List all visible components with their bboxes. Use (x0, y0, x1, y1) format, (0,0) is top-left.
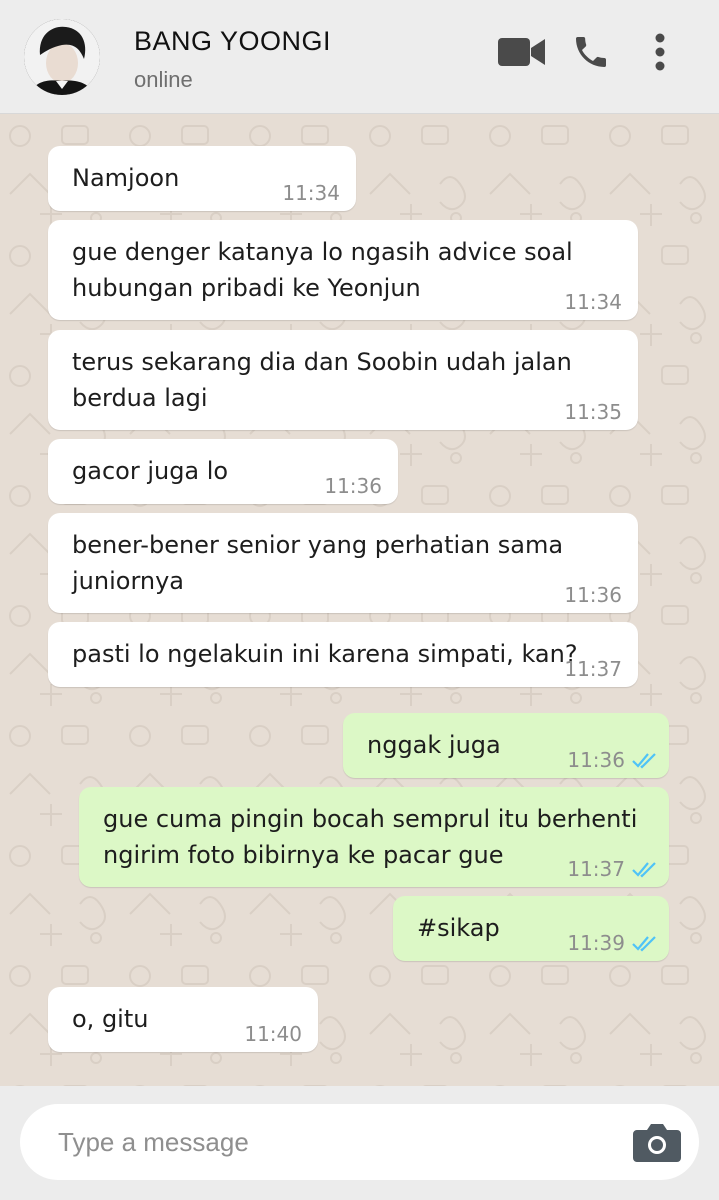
message-time: 11:34 (564, 290, 622, 314)
avatar[interactable] (24, 19, 100, 95)
camera-icon[interactable] (633, 1122, 681, 1162)
read-receipt-icon (632, 862, 656, 878)
video-call-icon[interactable] (498, 36, 546, 68)
message-time: 11:35 (564, 400, 622, 424)
message-composer: Type a message (0, 1086, 719, 1200)
message-text: terus sekarang dia dan Soobin udah jalan… (72, 348, 572, 412)
message-time: 11:34 (282, 181, 340, 205)
chat-header: BANG YOONGI online (0, 0, 719, 114)
message-time: 11:39 (567, 931, 625, 955)
message-time: 11:36 (324, 474, 382, 498)
message-time: 11:36 (564, 583, 622, 607)
message-time: 11:36 (567, 748, 625, 772)
read-receipt-icon (632, 936, 656, 952)
message-text: gue cuma pingin bocah semprul itu berhen… (103, 805, 638, 869)
phone-icon[interactable] (571, 32, 611, 72)
message-time: 11:40 (244, 1022, 302, 1046)
message-text: pasti lo ngelakuin ini karena simpati, k… (72, 640, 578, 668)
message-bubble-incoming[interactable]: terus sekarang dia dan Soobin udah jalan… (48, 330, 638, 430)
message-bubble-outgoing[interactable]: #sikap 11:39 (393, 896, 669, 961)
message-time: 11:37 (564, 657, 622, 681)
avatar-photo (24, 19, 100, 95)
message-bubble-incoming[interactable]: gue denger katanya lo ngasih advice soal… (48, 220, 638, 320)
message-bubble-outgoing[interactable]: gue cuma pingin bocah semprul itu berhen… (79, 787, 669, 887)
read-receipt-icon (632, 753, 656, 769)
message-bubble-incoming[interactable]: pasti lo ngelakuin ini karena simpati, k… (48, 622, 638, 687)
message-bubble-incoming[interactable]: gacor juga lo 11:36 (48, 439, 398, 504)
contact-name[interactable]: BANG YOONGI (134, 26, 331, 57)
message-bubble-incoming[interactable]: o, gitu 11:40 (48, 987, 318, 1052)
message-bubble-incoming[interactable]: bener-bener senior yang perhatian sama j… (48, 513, 638, 613)
message-text: gue denger katanya lo ngasih advice soal… (72, 238, 573, 302)
message-time: 11:37 (567, 857, 625, 881)
message-bubble-incoming[interactable]: Namjoon 11:34 (48, 146, 356, 211)
message-bubble-outgoing[interactable]: nggak juga 11:36 (343, 713, 669, 778)
contact-status: online (134, 67, 193, 92)
more-options-icon[interactable] (652, 33, 668, 71)
message-input[interactable]: Type a message (20, 1104, 699, 1180)
chat-area[interactable]: Namjoon 11:34 gue denger katanya lo ngas… (0, 114, 719, 1086)
message-text: bener-bener senior yang perhatian sama j… (72, 531, 564, 595)
